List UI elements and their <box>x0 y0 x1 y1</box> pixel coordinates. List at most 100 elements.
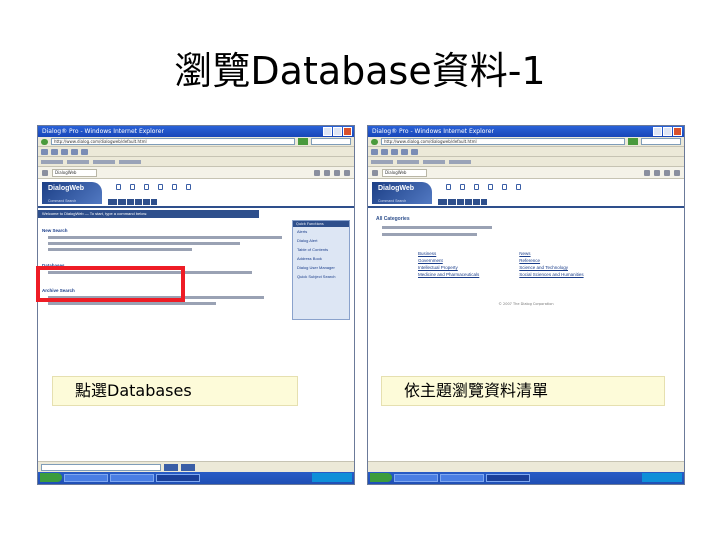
category-link[interactable]: Government <box>418 257 479 264</box>
nav-item[interactable] <box>126 199 134 205</box>
page-icon[interactable] <box>664 169 670 176</box>
nav-icon[interactable] <box>172 184 177 190</box>
menu-icon[interactable] <box>61 148 68 155</box>
submit-button[interactable] <box>181 463 195 471</box>
windows-taskbar <box>38 461 354 484</box>
nav-icon[interactable] <box>130 184 135 190</box>
nav-icon[interactable] <box>516 184 521 190</box>
link-item[interactable] <box>449 159 471 164</box>
link-item[interactable] <box>423 159 445 164</box>
nav-item[interactable] <box>438 199 447 205</box>
link-item[interactable] <box>67 159 89 164</box>
maximize-icon[interactable] <box>663 127 672 136</box>
address-bar: http://www.dialog.com/dialogweb/default.… <box>368 137 684 147</box>
submit-button[interactable] <box>164 463 178 471</box>
nav-item[interactable] <box>117 199 126 205</box>
favorites-icon[interactable] <box>42 169 48 176</box>
close-icon[interactable] <box>673 127 682 136</box>
print-icon[interactable] <box>654 169 660 176</box>
nav-item[interactable] <box>447 199 456 205</box>
nav-icon[interactable] <box>488 184 493 190</box>
taskbar-button[interactable] <box>394 473 438 482</box>
panel-item[interactable]: Quick Subject Search <box>293 272 349 281</box>
address-input[interactable]: http://www.dialog.com/dialogweb/default.… <box>51 138 295 145</box>
address-input[interactable]: http://www.dialog.com/dialogweb/default.… <box>381 138 625 145</box>
nav-item[interactable] <box>480 199 488 205</box>
panel-item[interactable]: Table of Contents <box>293 245 349 254</box>
menu-icon[interactable] <box>81 148 88 155</box>
go-button[interactable] <box>628 138 638 145</box>
minimize-icon[interactable] <box>653 127 662 136</box>
dialogweb-nav <box>108 199 158 205</box>
taskbar-button[interactable] <box>64 473 108 482</box>
nav-icon[interactable] <box>144 184 149 190</box>
link-item[interactable] <box>41 159 63 164</box>
command-input[interactable] <box>41 463 161 471</box>
category-link[interactable]: Science and Technology <box>519 264 583 271</box>
nav-icon[interactable] <box>116 184 121 190</box>
nav-icon[interactable] <box>502 184 507 190</box>
start-button[interactable] <box>370 473 392 482</box>
back-icon[interactable] <box>371 138 378 145</box>
system-tray <box>642 473 682 482</box>
nav-item[interactable] <box>456 199 464 205</box>
home-icon[interactable] <box>314 169 320 176</box>
menu-icon[interactable] <box>381 148 388 155</box>
menu-icon[interactable] <box>371 148 378 155</box>
taskbar-button[interactable] <box>440 473 484 482</box>
option-new-search[interactable]: New Search <box>42 228 282 251</box>
category-link[interactable]: Medicine and Pharmaceuticals <box>418 271 479 278</box>
taskbar-button[interactable] <box>110 473 154 482</box>
panel-item[interactable]: Dialog User Manager <box>293 263 349 272</box>
browser-tab[interactable]: DialogWeb <box>52 168 97 177</box>
menu-icon[interactable] <box>51 148 58 155</box>
category-link[interactable]: Reference <box>519 257 583 264</box>
taskbar-button[interactable] <box>486 473 530 482</box>
nav-icon[interactable] <box>474 184 479 190</box>
search-input[interactable] <box>311 138 351 145</box>
menu-icon[interactable] <box>71 148 78 155</box>
link-item[interactable] <box>119 159 141 164</box>
link-item[interactable] <box>371 159 393 164</box>
panel-item[interactable]: Dialog Alert <box>293 236 349 245</box>
nav-icon[interactable] <box>446 184 451 190</box>
favorites-icon[interactable] <box>372 169 378 176</box>
menu-toolbar <box>368 147 684 157</box>
home-icon[interactable] <box>644 169 650 176</box>
window-titlebar: Dialog® Pro - Windows Internet Explorer <box>368 126 684 137</box>
panel-item[interactable]: Alerts <box>293 227 349 236</box>
back-icon[interactable] <box>41 138 48 145</box>
go-button[interactable] <box>298 138 308 145</box>
print-icon[interactable] <box>324 169 330 176</box>
menu-icon[interactable] <box>41 148 48 155</box>
page-icon[interactable] <box>334 169 340 176</box>
category-link[interactable]: Social Sciences and Humanities <box>519 271 583 278</box>
nav-icon[interactable] <box>460 184 465 190</box>
tools-icon[interactable] <box>674 169 680 176</box>
nav-item[interactable] <box>150 199 158 205</box>
menu-icon[interactable] <box>401 148 408 155</box>
close-icon[interactable] <box>343 127 352 136</box>
maximize-icon[interactable] <box>333 127 342 136</box>
nav-item[interactable] <box>108 199 117 205</box>
nav-item[interactable] <box>464 199 472 205</box>
tools-icon[interactable] <box>344 169 350 176</box>
search-input[interactable] <box>641 138 681 145</box>
nav-item[interactable] <box>142 199 150 205</box>
nav-item[interactable] <box>134 199 142 205</box>
nav-item[interactable] <box>472 199 480 205</box>
category-link[interactable]: News <box>519 250 583 257</box>
menu-icon[interactable] <box>411 148 418 155</box>
link-item[interactable] <box>93 159 115 164</box>
browser-tab[interactable]: DialogWeb <box>382 168 427 177</box>
panel-item[interactable]: Address Book <box>293 254 349 263</box>
taskbar-button[interactable] <box>156 473 200 482</box>
menu-icon[interactable] <box>391 148 398 155</box>
minimize-icon[interactable] <box>323 127 332 136</box>
link-item[interactable] <box>397 159 419 164</box>
start-button[interactable] <box>40 473 62 482</box>
nav-icon[interactable] <box>158 184 163 190</box>
category-link[interactable]: Intellectual Property <box>418 264 479 271</box>
nav-icon[interactable] <box>186 184 191 190</box>
category-link[interactable]: Business <box>418 250 479 257</box>
